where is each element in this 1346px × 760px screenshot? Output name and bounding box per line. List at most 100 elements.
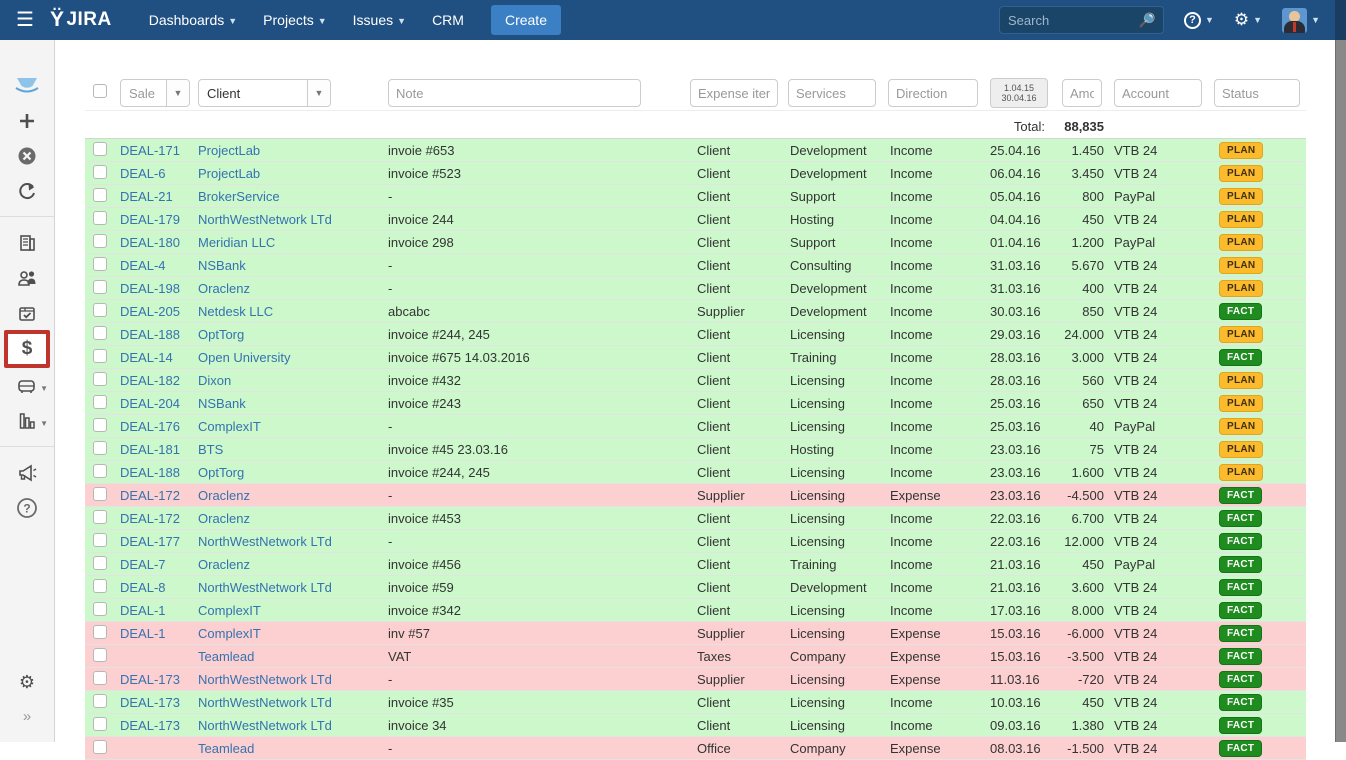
account-filter-input[interactable] — [1114, 79, 1202, 107]
company-link[interactable]: NorthWestNetwork LTd — [198, 580, 388, 595]
select-all-checkbox[interactable] — [93, 84, 107, 98]
status-badge[interactable]: FACT — [1219, 694, 1262, 711]
company-link[interactable]: Netdesk LLC — [198, 304, 388, 319]
row-checkbox[interactable] — [93, 142, 107, 156]
row-checkbox[interactable] — [93, 280, 107, 294]
deal-key-link[interactable]: DEAL-188 — [120, 465, 198, 480]
row-checkbox[interactable] — [93, 671, 107, 685]
row-checkbox[interactable] — [93, 165, 107, 179]
deal-key-link[interactable]: DEAL-182 — [120, 373, 198, 388]
nav-projects[interactable]: Projects▼ — [263, 12, 327, 28]
status-badge[interactable]: PLAN — [1219, 464, 1263, 481]
company-link[interactable]: Open University — [198, 350, 388, 365]
status-badge[interactable]: FACT — [1219, 671, 1262, 688]
row-checkbox[interactable] — [93, 579, 107, 593]
company-link[interactable]: Teamlead — [198, 741, 388, 756]
company-link[interactable]: OptTorg — [198, 465, 388, 480]
status-badge[interactable]: FACT — [1219, 510, 1262, 527]
status-badge[interactable]: FACT — [1219, 579, 1262, 596]
search-box[interactable]: 🔍 — [999, 6, 1164, 34]
announcement-icon[interactable] — [4, 455, 50, 490]
invoices-icon[interactable]: ▼ — [4, 368, 50, 403]
jira-logo[interactable]: Ÿ JIRA — [50, 8, 112, 32]
company-link[interactable]: ComplexIT — [198, 603, 388, 618]
company-link[interactable]: Dixon — [198, 373, 388, 388]
menu-icon[interactable]: ☰ — [16, 0, 34, 40]
deal-key-link[interactable]: DEAL-173 — [120, 718, 198, 733]
expand-icon[interactable]: » — [4, 699, 50, 734]
row-checkbox[interactable] — [93, 464, 107, 478]
row-checkbox[interactable] — [93, 602, 107, 616]
company-link[interactable]: BrokerService — [198, 189, 388, 204]
company-link[interactable]: NSBank — [198, 258, 388, 273]
row-checkbox[interactable] — [93, 533, 107, 547]
deal-key-link[interactable]: DEAL-7 — [120, 557, 198, 572]
row-checkbox[interactable] — [93, 717, 107, 731]
nav-issues[interactable]: Issues▼ — [353, 12, 406, 28]
status-badge[interactable]: PLAN — [1219, 142, 1263, 159]
deal-key-link[interactable]: DEAL-4 — [120, 258, 198, 273]
status-filter-input[interactable] — [1214, 79, 1300, 107]
chevron-down-icon[interactable]: ▼ — [307, 80, 330, 106]
row-checkbox[interactable] — [93, 625, 107, 639]
deal-key-link[interactable]: DEAL-177 — [120, 534, 198, 549]
deal-key-link[interactable]: DEAL-171 — [120, 143, 198, 158]
company-link[interactable]: Meridian LLC — [198, 235, 388, 250]
deal-key-link[interactable]: DEAL-1 — [120, 603, 198, 618]
create-button[interactable]: Create — [491, 5, 561, 35]
client-select[interactable]: Client ▼ — [198, 79, 331, 107]
row-checkbox[interactable] — [93, 556, 107, 570]
deal-key-link[interactable]: DEAL-180 — [120, 235, 198, 250]
user-menu[interactable]: ▼ — [1282, 8, 1320, 33]
company-link[interactable]: NorthWestNetwork LTd — [198, 718, 388, 733]
status-badge[interactable]: PLAN — [1219, 211, 1263, 228]
company-link[interactable]: OptTorg — [198, 327, 388, 342]
row-checkbox[interactable] — [93, 441, 107, 455]
deal-key-link[interactable]: DEAL-204 — [120, 396, 198, 411]
note-filter-input[interactable] — [388, 79, 641, 107]
deal-key-link[interactable]: DEAL-14 — [120, 350, 198, 365]
company-link[interactable]: NorthWestNetwork LTd — [198, 534, 388, 549]
deal-key-link[interactable]: DEAL-172 — [120, 511, 198, 526]
redo-icon[interactable] — [4, 173, 50, 208]
help-menu[interactable]: ? ▼ — [1184, 12, 1214, 29]
status-badge[interactable]: PLAN — [1219, 372, 1263, 389]
close-icon[interactable] — [4, 138, 50, 173]
status-badge[interactable]: FACT — [1219, 303, 1262, 320]
company-link[interactable]: BTS — [198, 442, 388, 457]
status-badge[interactable]: PLAN — [1219, 234, 1263, 251]
status-badge[interactable]: PLAN — [1219, 280, 1263, 297]
deal-key-link[interactable]: DEAL-21 — [120, 189, 198, 204]
deal-key-link[interactable]: DEAL-1 — [120, 626, 198, 641]
date-range-button[interactable]: 1.04.15 30.04.16 — [990, 78, 1048, 108]
row-checkbox[interactable] — [93, 326, 107, 340]
row-checkbox[interactable] — [93, 257, 107, 271]
status-badge[interactable]: PLAN — [1219, 257, 1263, 274]
chevron-down-icon[interactable]: ▼ — [166, 80, 189, 106]
company-link[interactable]: ComplexIT — [198, 626, 388, 641]
deal-key-link[interactable]: DEAL-172 — [120, 488, 198, 503]
row-checkbox[interactable] — [93, 372, 107, 386]
status-badge[interactable]: FACT — [1219, 487, 1262, 504]
deal-key-link[interactable]: DEAL-205 — [120, 304, 198, 319]
status-badge[interactable]: FACT — [1219, 533, 1262, 550]
expense-items-filter-input[interactable] — [690, 79, 778, 107]
transactions-icon[interactable]: $ — [4, 330, 50, 368]
deal-key-link[interactable]: DEAL-176 — [120, 419, 198, 434]
company-link[interactable]: Oraclenz — [198, 281, 388, 296]
company-link[interactable]: Teamlead — [198, 649, 388, 664]
row-checkbox[interactable] — [93, 234, 107, 248]
direction-filter-input[interactable] — [888, 79, 978, 107]
deal-key-link[interactable]: DEAL-6 — [120, 166, 198, 181]
row-checkbox[interactable] — [93, 510, 107, 524]
company-link[interactable]: Oraclenz — [198, 557, 388, 572]
row-checkbox[interactable] — [93, 349, 107, 363]
deal-key-link[interactable]: DEAL-173 — [120, 672, 198, 687]
row-checkbox[interactable] — [93, 648, 107, 662]
row-checkbox[interactable] — [93, 188, 107, 202]
status-badge[interactable]: PLAN — [1219, 326, 1263, 343]
amount-filter-input[interactable] — [1062, 79, 1102, 107]
deal-key-link[interactable]: DEAL-173 — [120, 695, 198, 710]
row-checkbox[interactable] — [93, 395, 107, 409]
row-checkbox[interactable] — [93, 211, 107, 225]
